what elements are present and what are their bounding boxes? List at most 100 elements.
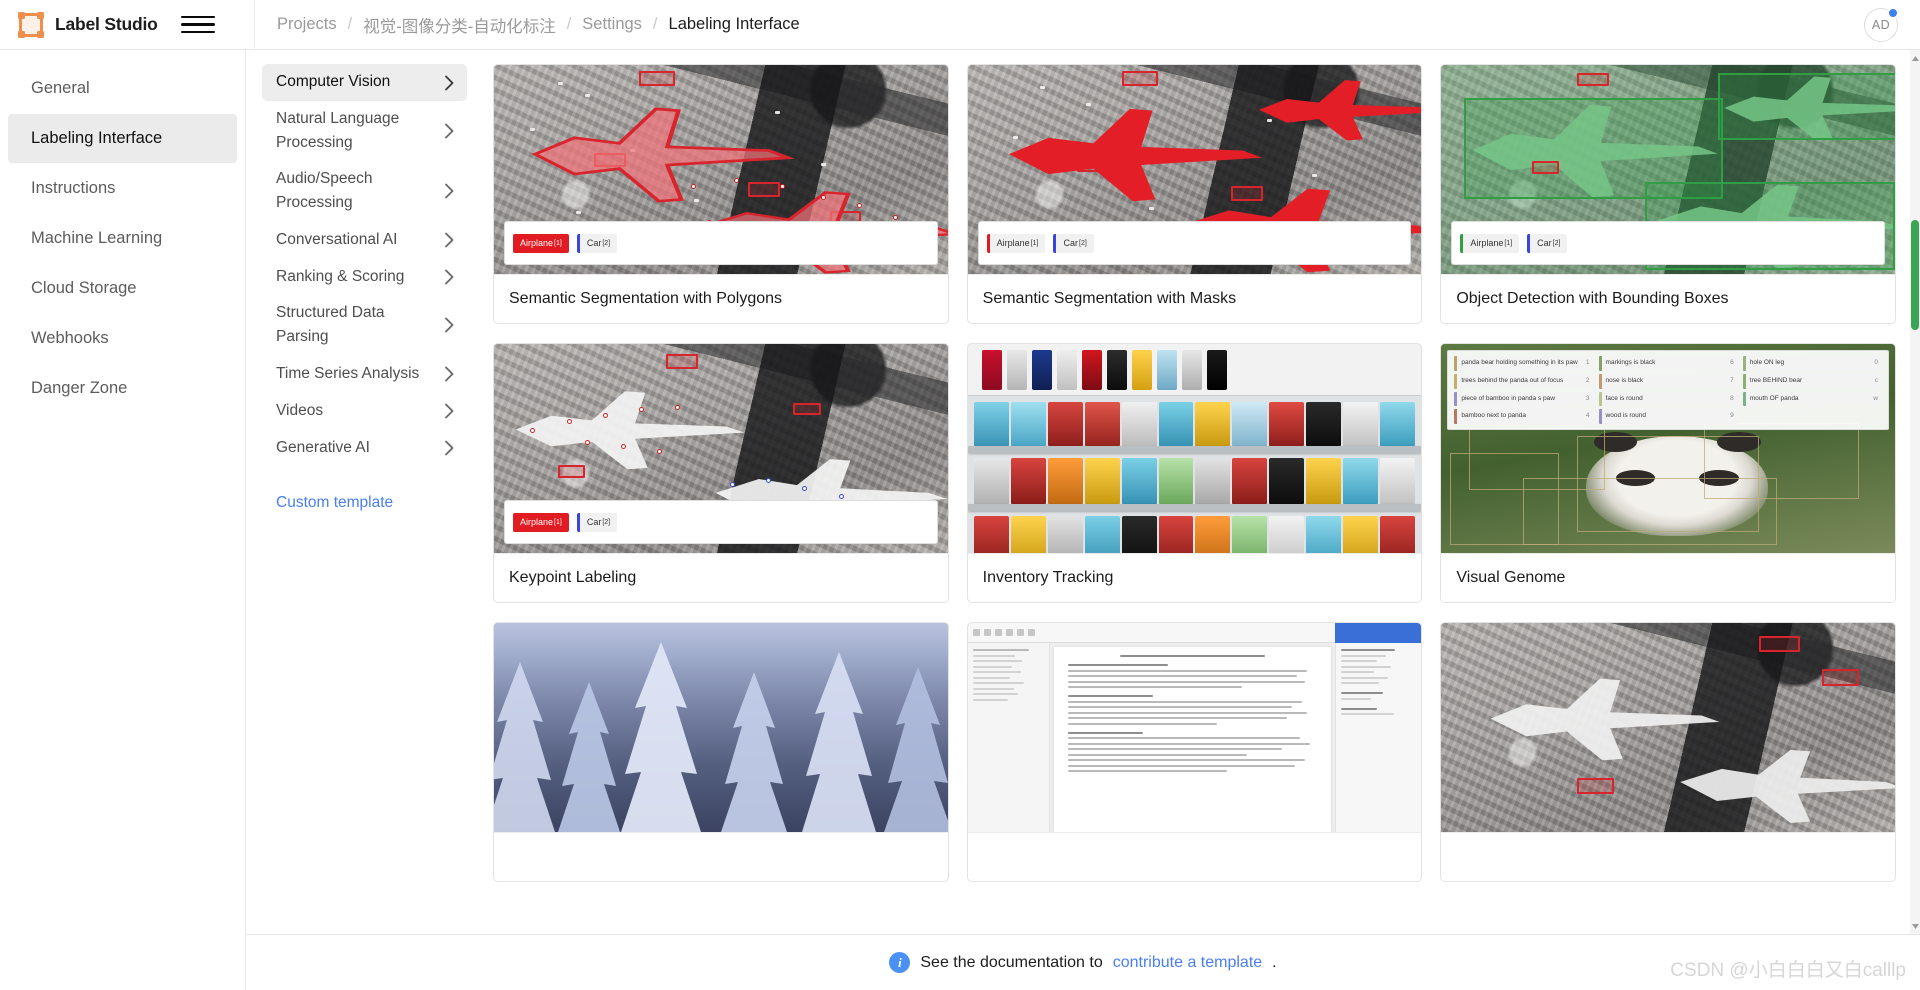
scrollbar-thumb[interactable] bbox=[1911, 220, 1919, 330]
annotation-number: w bbox=[1873, 394, 1878, 402]
category-list: Computer Vision Natural Language Process… bbox=[246, 50, 483, 934]
label-toolbar: Airplane [1] Car [2] bbox=[977, 221, 1412, 265]
category-audio-speech-processing[interactable]: Audio/Speech Processing bbox=[262, 161, 467, 221]
label-chip-airplane[interactable]: Airplane [1] bbox=[986, 233, 1046, 253]
hamburger-menu-icon[interactable] bbox=[180, 8, 215, 42]
snow-forest-image bbox=[494, 623, 948, 832]
chip-label: Airplane bbox=[520, 237, 554, 248]
template-title: Object Detection with Bounding Boxes bbox=[1441, 274, 1895, 323]
chevron-right-icon bbox=[444, 232, 455, 248]
breadcrumb-item-project[interactable]: 视觉-图像分类-自动化标注 bbox=[363, 13, 556, 37]
category-structured-data-parsing[interactable]: Structured Data Parsing bbox=[262, 295, 467, 355]
label-chip-airplane[interactable]: Airplane [1] bbox=[1460, 233, 1520, 253]
annotation-chip[interactable]: wood is round 9 bbox=[1598, 409, 1738, 425]
template-card-inventory-tracking[interactable]: Inventory Tracking bbox=[966, 343, 1423, 603]
template-thumbnail-masks: Airplane [1] Car [2] bbox=[967, 65, 1422, 274]
annotation-chip[interactable]: face is round 8 bbox=[1598, 391, 1738, 407]
settings-sidebar: General Labeling Interface Instructions … bbox=[0, 50, 246, 990]
category-videos[interactable]: Videos bbox=[262, 392, 467, 429]
template-thumbnail-keypoints: Airplane [1] Car [2] bbox=[494, 344, 948, 553]
breadcrumb-item-settings[interactable]: Settings bbox=[582, 15, 642, 34]
contribute-template-link[interactable]: contribute a template bbox=[1113, 954, 1262, 972]
annotation-number: 2 bbox=[1585, 376, 1590, 384]
breadcrumb-item-projects[interactable]: Projects bbox=[277, 15, 337, 34]
label-toolbar: Airplane [1] Car [2] bbox=[504, 500, 938, 544]
sidebar-item-machine-learning[interactable]: Machine Learning bbox=[8, 214, 237, 263]
annotation-chip[interactable]: bamboo next to panda 4 bbox=[1454, 409, 1594, 425]
sidebar-item-labeling-interface[interactable]: Labeling Interface bbox=[8, 114, 237, 163]
template-title: Semantic Segmentation with Polygons bbox=[494, 274, 948, 323]
custom-template-link[interactable]: Custom template bbox=[262, 494, 467, 512]
chip-label: Car bbox=[586, 516, 602, 527]
category-generative-ai[interactable]: Generative AI bbox=[262, 429, 467, 466]
annotation-chip[interactable]: piece of bamboo in panda s paw 3 bbox=[1454, 391, 1594, 407]
annotation-chip[interactable]: mouth OF panda w bbox=[1742, 391, 1882, 407]
template-card-document[interactable] bbox=[966, 622, 1423, 882]
document-sidebar-right bbox=[1335, 643, 1422, 832]
template-card-semantic-segmentation-masks[interactable]: Airplane [1] Car [2] Semantic Segmentation… bbox=[966, 64, 1423, 324]
label-chip-car[interactable]: Car [2] bbox=[1527, 233, 1568, 253]
body-row: General Labeling Interface Instructions … bbox=[0, 50, 1920, 990]
category-label: Audio/Speech Processing bbox=[276, 170, 373, 212]
template-title: Visual Genome bbox=[1441, 553, 1895, 602]
template-thumbnail-inventory bbox=[967, 344, 1422, 553]
annotation-chip[interactable]: tree BEHIND bear c bbox=[1742, 373, 1882, 389]
app-root: Label Studio Projects / 视觉-图像分类-自动化标注 / … bbox=[0, 0, 1920, 990]
annotation-chip[interactable]: panda bear holding something in its paw 1 bbox=[1454, 356, 1594, 371]
category-computer-vision[interactable]: Computer Vision bbox=[262, 64, 467, 101]
template-card-aerial-planes[interactable] bbox=[1440, 622, 1896, 882]
sidebar-item-cloud-storage[interactable]: Cloud Storage bbox=[8, 264, 237, 313]
scroll-down-arrow-icon[interactable] bbox=[1910, 920, 1920, 932]
top-bar: Label Studio Projects / 视觉-图像分类-自动化标注 / … bbox=[0, 0, 1920, 50]
chip-label: Car bbox=[586, 237, 602, 248]
category-conversational-ai[interactable]: Conversational AI bbox=[262, 221, 467, 258]
label-chip-airplane[interactable]: Airplane [1] bbox=[513, 233, 569, 253]
label-chip-car[interactable]: Car [2] bbox=[576, 233, 618, 253]
sidebar-item-danger-zone[interactable]: Danger Zone bbox=[8, 364, 237, 413]
template-title bbox=[494, 832, 948, 881]
template-card-object-detection-bounding-boxes[interactable]: Airplane [1] Car [2] Object Detection with… bbox=[1440, 64, 1896, 324]
footer-text: See the documentation to bbox=[920, 953, 1103, 971]
chip-sup: [1] bbox=[554, 518, 562, 526]
sidebar-item-instructions[interactable]: Instructions bbox=[8, 164, 237, 213]
sidebar-item-general[interactable]: General bbox=[8, 64, 237, 113]
chip-sup: [2] bbox=[602, 518, 611, 526]
templates-scroll-region: Computer Vision Natural Language Process… bbox=[246, 50, 1920, 934]
chevron-right-icon bbox=[444, 440, 455, 456]
airplane-shape bbox=[1668, 744, 1895, 832]
annotation-text: hole ON leg bbox=[1749, 359, 1785, 366]
chip-sup: [2] bbox=[602, 239, 611, 247]
template-thumbnail-document bbox=[967, 623, 1422, 832]
label-chip-car[interactable]: Car [2] bbox=[576, 512, 618, 532]
annotation-number: 7 bbox=[1730, 376, 1734, 384]
annotation-chip[interactable]: hole ON leg 0 bbox=[1742, 356, 1882, 371]
template-card-visual-genome[interactable]: panda bear holding something in its paw 1… bbox=[1440, 343, 1896, 603]
label-chip-airplane[interactable]: Airplane [1] bbox=[513, 512, 569, 532]
category-time-series-analysis[interactable]: Time Series Analysis bbox=[262, 355, 467, 392]
template-thumbnail-snow-forest bbox=[494, 623, 948, 832]
chip-label: Airplane bbox=[996, 237, 1030, 248]
category-ranking-scoring[interactable]: Ranking & Scoring bbox=[262, 258, 467, 295]
chevron-right-icon bbox=[444, 75, 455, 91]
update-button[interactable] bbox=[1335, 623, 1422, 643]
chip-label: Airplane bbox=[1470, 237, 1504, 248]
scroll-up-arrow-icon[interactable] bbox=[1910, 52, 1920, 64]
annotation-text: wood is round bbox=[1605, 412, 1647, 420]
visual-genome-annotation-panel: panda bear holding something in its paw 1… bbox=[1447, 350, 1889, 431]
category-natural-language-processing[interactable]: Natural Language Processing bbox=[262, 101, 467, 161]
vertical-scrollbar[interactable] bbox=[1910, 50, 1920, 934]
annotation-chip[interactable]: trees behind the panda out of focus 2 bbox=[1454, 373, 1594, 389]
brand-name: Label Studio bbox=[55, 14, 158, 34]
annotation-chip[interactable]: markings is black 6 bbox=[1598, 356, 1738, 371]
sidebar-item-webhooks[interactable]: Webhooks bbox=[8, 314, 237, 363]
template-card-snow-forest[interactable] bbox=[493, 622, 949, 882]
annotation-chip[interactable]: nose is black 7 bbox=[1598, 373, 1738, 389]
chevron-right-icon bbox=[444, 317, 455, 333]
template-card-semantic-segmentation-polygons[interactable]: Airplane [1] Car [2] Semantic Segmentation… bbox=[493, 64, 949, 324]
chip-label: Car bbox=[1537, 237, 1552, 248]
template-card-keypoint-labeling[interactable]: Airplane [1] Car [2] Keypoint Labeling bbox=[493, 343, 949, 603]
template-title: Inventory Tracking bbox=[967, 553, 1422, 602]
label-chip-car[interactable]: Car [2] bbox=[1053, 233, 1094, 253]
annotation-number: 6 bbox=[1730, 359, 1734, 366]
template-title: Semantic Segmentation with Masks bbox=[967, 274, 1422, 323]
